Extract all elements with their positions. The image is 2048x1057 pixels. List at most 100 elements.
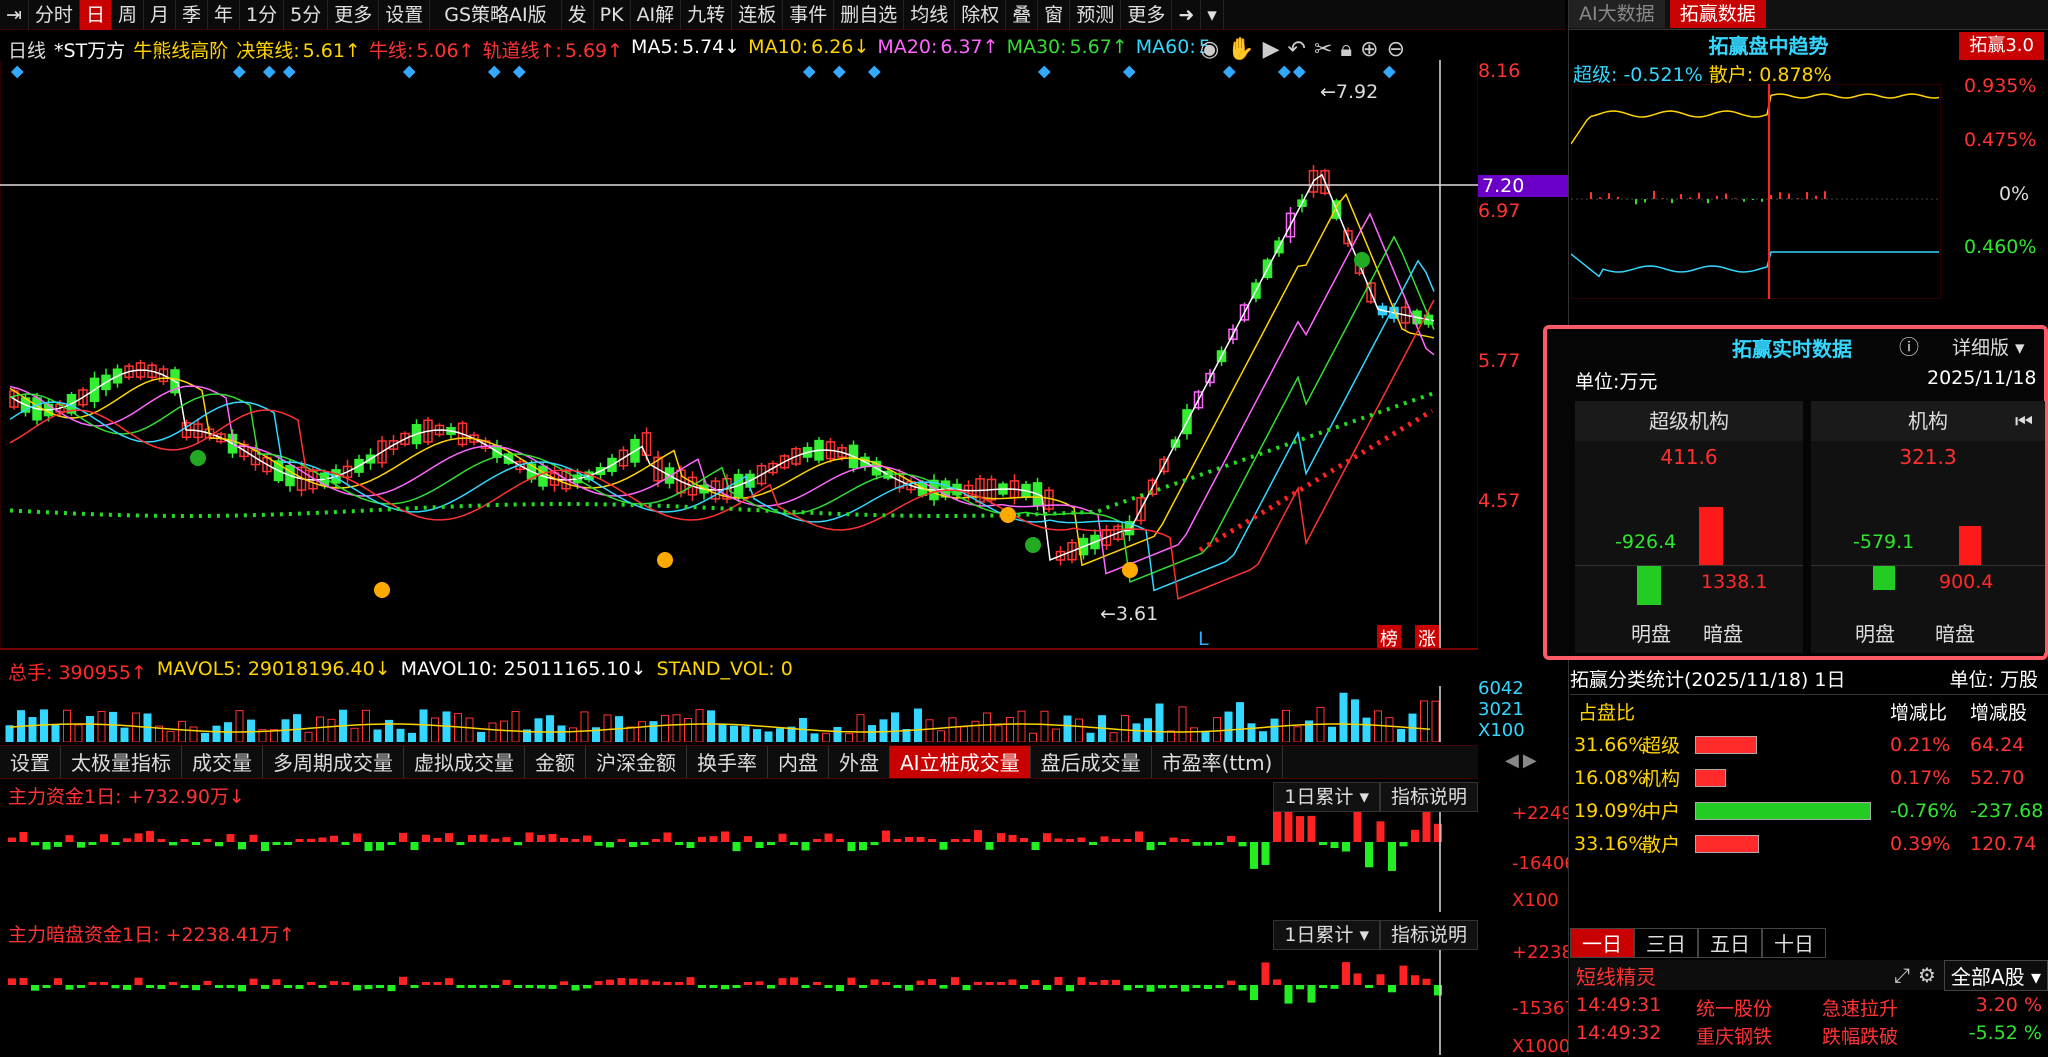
indicator-tab[interactable]: 虚拟成交量 — [404, 746, 525, 778]
indicator-tab[interactable]: 多周期成交量 — [263, 746, 404, 778]
stats-title: 拓赢分类统计(2025/11/18) 1日 — [1570, 665, 1845, 692]
ind1-help-button[interactable]: 指标说明 — [1380, 782, 1478, 812]
toolbar-item[interactable]: 周 — [112, 0, 144, 30]
alert-filter-select[interactable]: 全部A股 ▾ — [1944, 960, 2048, 991]
indicator-tab[interactable]: 设置 — [0, 746, 61, 778]
play-icon[interactable]: ▶ — [1263, 37, 1280, 62]
indicator-tab[interactable]: 金额 — [525, 746, 586, 778]
ind2-mode-select[interactable]: 1日累计 ▾ — [1273, 920, 1380, 950]
period-tab[interactable]: 五日 — [1698, 928, 1762, 958]
indicator-tab[interactable]: 沪深金额 — [586, 746, 687, 778]
exit-icon[interactable]: ➜ — [1172, 0, 1201, 30]
toolbar-item[interactable]: 1分 — [240, 0, 284, 30]
ind1-mode-select[interactable]: 1日累计 ▾ — [1273, 782, 1380, 812]
indicator-tab[interactable]: 内盘 — [768, 746, 829, 778]
skip-first-icon[interactable]: ⏮ — [2015, 401, 2033, 441]
rt-mode-select[interactable]: 详细版 ▾ — [1952, 333, 2025, 360]
indicator-tab[interactable]: AI立桩成交量 — [890, 746, 1031, 778]
ind2-chart[interactable] — [0, 950, 1478, 1055]
indicator-tab[interactable]: 外盘 — [829, 746, 890, 778]
stat-pct: 33.16% — [1574, 833, 1646, 855]
indicator-tab[interactable]: 换手率 — [687, 746, 768, 778]
an-value: 1338.1 — [1701, 571, 1767, 593]
toolbar-item[interactable]: 年 — [208, 0, 240, 30]
param-label: MA60: — [1136, 36, 1196, 58]
alert-row[interactable]: 14:49:31 统一股份 急速拉升 3.20 % — [1570, 994, 2048, 1022]
toolbar-item[interactable]: 删自选 — [834, 0, 904, 30]
toolbar-item[interactable]: 九转 — [681, 0, 732, 30]
flow-bar — [296, 839, 304, 842]
flow-bar — [560, 838, 568, 842]
zoom-out-icon[interactable]: ⊖ — [1387, 37, 1405, 62]
flow-bar — [181, 839, 189, 842]
toolbar-item[interactable]: AI解 — [631, 0, 682, 30]
indicator-name[interactable]: 牛熊线高阶 — [133, 36, 228, 63]
flow-bar — [273, 979, 281, 985]
ind1-chart[interactable] — [0, 812, 1478, 912]
kline-chart[interactable]: ←7.92←3.61L榜涨 — [0, 60, 1478, 650]
tab-ai-data[interactable]: AI大数据 — [1569, 0, 1665, 28]
toolbar-item[interactable]: 5分 — [284, 0, 328, 30]
indicator-tab[interactable]: 太极量指标 — [61, 746, 182, 778]
expand-icon[interactable]: ⤢ — [1894, 963, 1910, 987]
gear-icon[interactable]: ⚙ — [1918, 963, 1936, 987]
toolbar-item[interactable]: 事件 — [783, 0, 834, 30]
period-tab[interactable]: 三日 — [1634, 928, 1698, 958]
trend-bar — [1590, 192, 1592, 199]
toolbar-item[interactable]: 窗 — [1038, 0, 1070, 30]
toolbar-item[interactable]: 季 — [176, 0, 208, 30]
indicator-tab[interactable]: 盘后成交量 — [1031, 746, 1152, 778]
toolbar-item[interactable]: 更多 — [328, 0, 379, 30]
toolbar-item[interactable]: 均线 — [904, 0, 955, 30]
toolbar-item[interactable]: 分时 — [29, 0, 80, 30]
scroll-left-icon[interactable]: ◀ — [1505, 750, 1519, 771]
flow-bar — [790, 977, 798, 985]
toolbar-item[interactable]: 月 — [144, 0, 176, 30]
param-value: 5.06↑ — [416, 40, 474, 62]
ind2-help-button[interactable]: 指标说明 — [1380, 920, 1478, 950]
flow-bar — [859, 985, 867, 988]
tab-tuoying-data[interactable]: 拓赢数据 — [1670, 0, 1766, 28]
toolbar-item[interactable]: PK — [594, 0, 631, 30]
toolbar-item[interactable]: 更多 — [1121, 0, 1172, 30]
toolbar-item[interactable]: 日 — [80, 0, 112, 30]
back-icon[interactable]: ⇥ — [0, 0, 29, 30]
toolbar-item[interactable]: 连板 — [732, 0, 783, 30]
flow-bar — [1147, 985, 1155, 992]
hand-icon[interactable]: ✋ — [1227, 37, 1254, 62]
flow-bar — [365, 842, 373, 851]
volume-bar — [133, 713, 140, 742]
volume-chart[interactable] — [0, 686, 1478, 742]
toolbar-item[interactable]: 预测 — [1070, 0, 1121, 30]
indicator-tab[interactable]: 市盈率(ttm) — [1152, 746, 1284, 778]
flow-bar — [1101, 980, 1109, 985]
eye-icon[interactable]: ◉ — [1200, 37, 1219, 62]
zoom-in-icon[interactable]: ⊕ — [1360, 37, 1378, 62]
scroll-right-icon[interactable]: ▶ — [1523, 750, 1537, 771]
flow-bar — [1354, 812, 1362, 842]
mavol10: MAVOL10: 25011165.10↓ — [401, 658, 647, 684]
col-super-institution: 超级机构 411.6 -926.4 1338.1 明盘 暗盘 — [1575, 401, 1803, 653]
toolbar-item[interactable]: 发 — [562, 0, 594, 30]
undo-icon[interactable]: ↶ — [1288, 37, 1306, 62]
toolbar-item[interactable]: 设置 — [379, 0, 430, 30]
stats-row: 19.09% 中户 -0.76% -237.68 — [1570, 794, 2048, 827]
period-tab[interactable]: 一日 — [1570, 928, 1634, 958]
version-badge[interactable]: 拓赢3.0 — [1959, 32, 2044, 60]
toolbar-item[interactable]: GS策略AI版 — [430, 0, 561, 30]
toolbar-item[interactable]: 叠 — [1006, 0, 1038, 30]
volume-bar — [432, 718, 439, 742]
indicator-tab[interactable]: 成交量 — [182, 746, 263, 778]
volume-bar — [305, 732, 312, 742]
flow-bar — [779, 834, 787, 842]
flow-bar — [825, 985, 833, 988]
alert-row[interactable]: 14:49:32 重庆钢铁 跌幅跌破 -5.52 % — [1570, 1022, 2048, 1050]
lock-icon[interactable]: 🔒︎ — [1340, 37, 1352, 62]
dropdown-icon[interactable]: ▾ — [1201, 0, 1224, 30]
period-tab[interactable]: 十日 — [1762, 928, 1826, 958]
scissors-icon[interactable]: ✂ — [1314, 37, 1332, 62]
toolbar-item[interactable]: 除权 — [955, 0, 1006, 30]
volume-bar — [420, 710, 427, 742]
sell-signal — [1025, 537, 1041, 553]
info-icon[interactable]: ⓘ — [1899, 331, 1919, 360]
